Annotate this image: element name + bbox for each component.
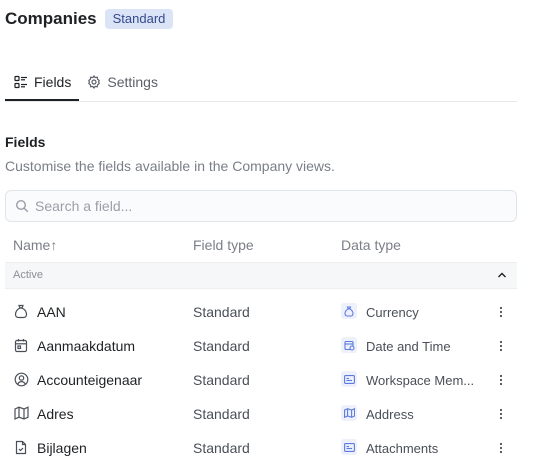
more-menu-icon[interactable] (494, 337, 508, 355)
sort-arrow-icon: ↑ (50, 237, 58, 253)
search-icon (15, 199, 29, 213)
search-box[interactable] (5, 190, 517, 222)
calendar-clock-icon (341, 337, 357, 353)
id-card-icon (341, 439, 357, 455)
table-row[interactable]: Bijlagen Standard Attachments (0, 431, 537, 465)
section-title: Fields (5, 134, 46, 150)
tab-settings[interactable]: Settings (79, 64, 166, 100)
column-field-type-header[interactable]: Field type (193, 237, 254, 253)
field-name: AAN (37, 304, 66, 320)
file-icon (15, 440, 27, 455)
data-type: Date and Time (366, 339, 451, 354)
user-circle-icon (14, 372, 29, 387)
chevron-up-icon[interactable] (496, 269, 508, 281)
currency-icon (341, 303, 357, 319)
data-type: Workspace Mem... (366, 373, 475, 388)
field-type: Standard (193, 440, 250, 456)
map-icon (14, 406, 29, 420)
group-label: Active (13, 269, 43, 281)
page-title: Companies (5, 9, 97, 28)
table-row[interactable]: Aanmaakdatum Standard Date and Time (0, 329, 537, 363)
column-data-type-header[interactable]: Data type (341, 237, 401, 253)
more-menu-icon[interactable] (494, 303, 508, 321)
field-type: Standard (193, 406, 250, 422)
tab-fields[interactable]: Fields (5, 64, 80, 101)
more-menu-icon[interactable] (494, 439, 508, 457)
gear-icon (88, 75, 101, 89)
id-card-icon (341, 371, 357, 387)
field-name: Accounteigenaar (37, 372, 143, 388)
column-name-header[interactable]: Name↑ (13, 237, 57, 253)
money-bag-icon (14, 304, 28, 319)
field-name: Adres (37, 406, 74, 422)
group-header-active[interactable]: Active (5, 262, 517, 289)
map-icon (341, 405, 357, 421)
field-name: Bijlagen (37, 440, 87, 456)
status-badge: Standard (104, 9, 174, 29)
data-type: Currency (366, 305, 419, 320)
tab-settings-label: Settings (107, 74, 158, 90)
data-type: Attachments (366, 441, 439, 456)
more-menu-icon[interactable] (494, 405, 508, 423)
calendar-icon (14, 339, 28, 353)
page-header: Companies Standard (5, 9, 174, 29)
section-description: Customise the fields available in the Co… (5, 158, 335, 174)
data-type: Address (366, 407, 414, 422)
search-input[interactable] (35, 198, 495, 214)
tab-bar: Fields Settings (5, 64, 517, 102)
field-type: Standard (193, 304, 250, 320)
field-type: Standard (193, 372, 250, 388)
tab-fields-label: Fields (34, 73, 72, 90)
field-name: Aanmaakdatum (37, 338, 136, 354)
field-type: Standard (193, 338, 250, 354)
fields-list-icon (14, 75, 27, 88)
table-row[interactable]: Accounteigenaar Standard Workspace Mem..… (0, 363, 537, 397)
table-row[interactable]: Adres Standard Address (0, 397, 537, 431)
table-header: Name↑ Field type Data type (0, 237, 537, 255)
table-row[interactable]: AAN Standard Currency (0, 295, 537, 329)
more-menu-icon[interactable] (494, 371, 508, 389)
